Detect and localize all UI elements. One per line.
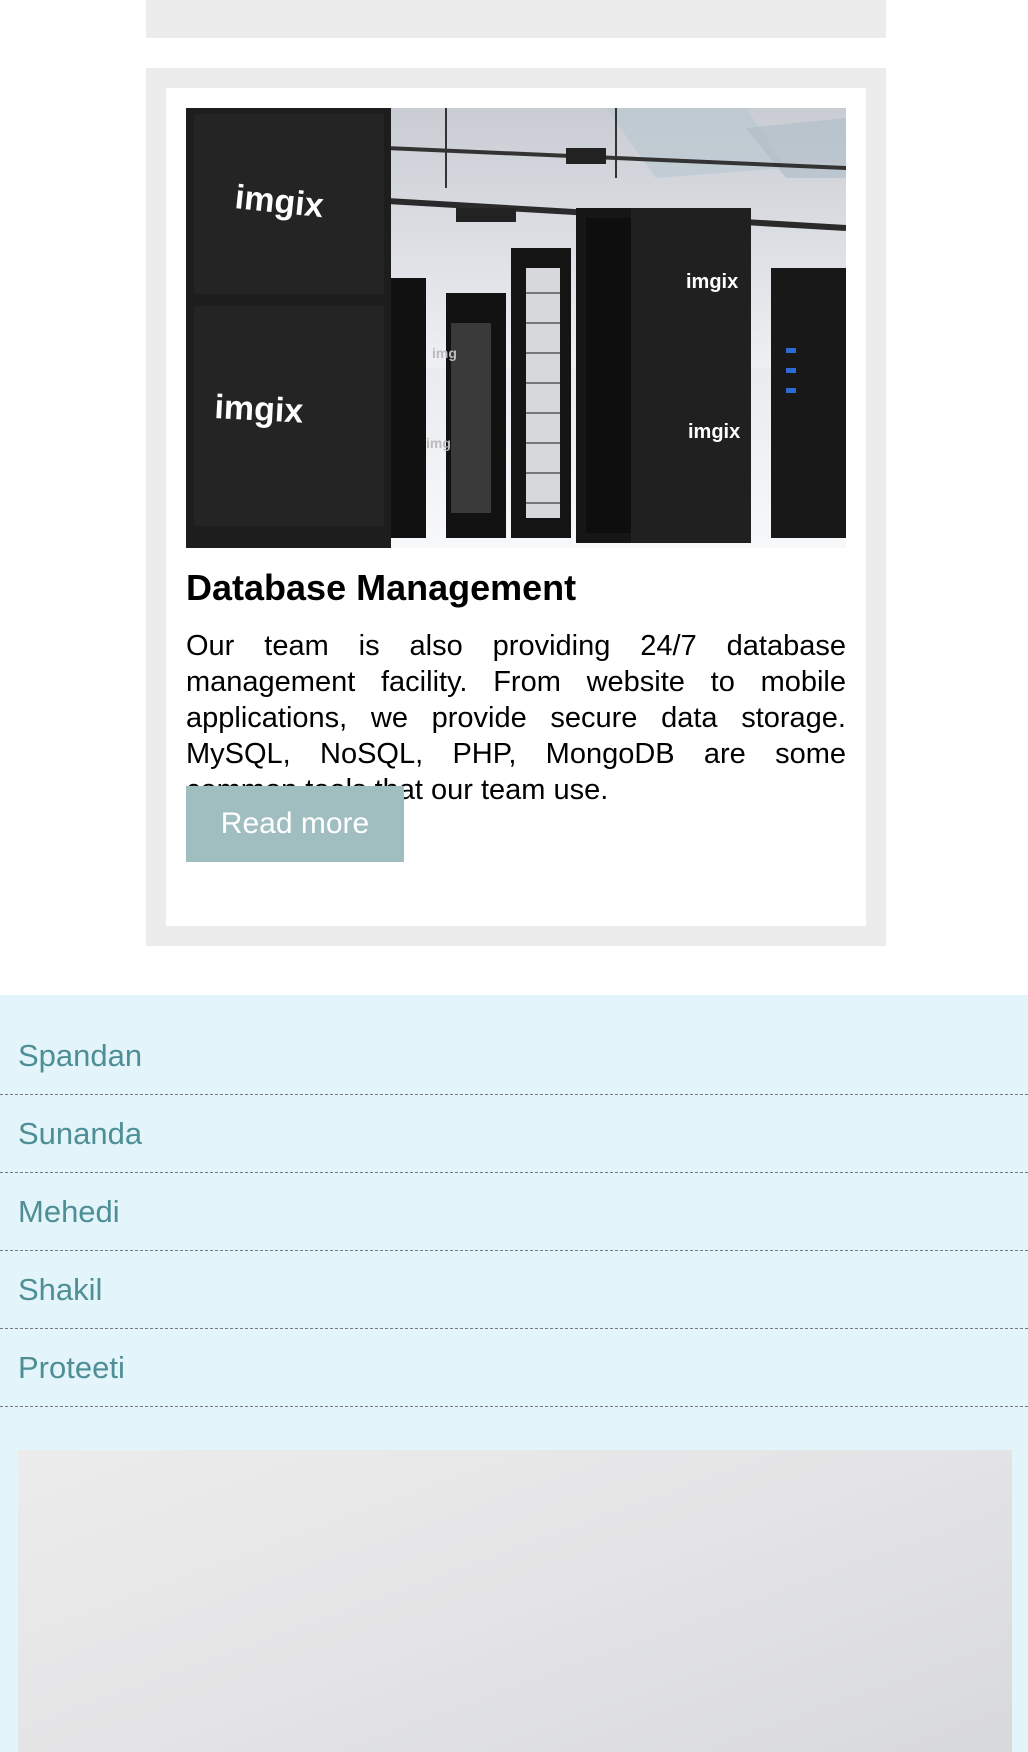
list-item[interactable]: Spandan [0, 1018, 1028, 1095]
read-more-button[interactable]: Read more [186, 786, 404, 862]
previous-card [146, 0, 886, 38]
list-item[interactable]: Sunanda [0, 1096, 1028, 1173]
list-item[interactable]: Shakil [0, 1252, 1028, 1329]
svg-text:imgix: imgix [688, 421, 740, 443]
server-racks-illustration: imgix imgix imgix imgix img img [186, 108, 846, 548]
list-item[interactable]: Mehedi [0, 1174, 1028, 1251]
list-item[interactable]: Proteeti [0, 1330, 1028, 1407]
team-list: Spandan Sunanda Mehedi Shakil Proteeti [0, 1018, 1028, 1408]
card-title: Database Management [186, 567, 577, 608]
svg-text:img: img [426, 435, 451, 451]
service-card-body: imgix imgix imgix imgix img img Database… [166, 88, 866, 926]
service-card: imgix imgix imgix imgix img img Database… [146, 68, 886, 946]
svg-text:img: img [432, 345, 457, 361]
footer-image-placeholder [18, 1450, 1012, 1752]
svg-text:imgix: imgix [686, 271, 738, 293]
footer-section: Spandan Sunanda Mehedi Shakil Proteeti [0, 995, 1028, 1752]
svg-text:imgix: imgix [214, 388, 305, 431]
server-room-image: imgix imgix imgix imgix img img [186, 108, 846, 548]
card-description: Our team is also providing 24/7 database… [186, 630, 846, 806]
